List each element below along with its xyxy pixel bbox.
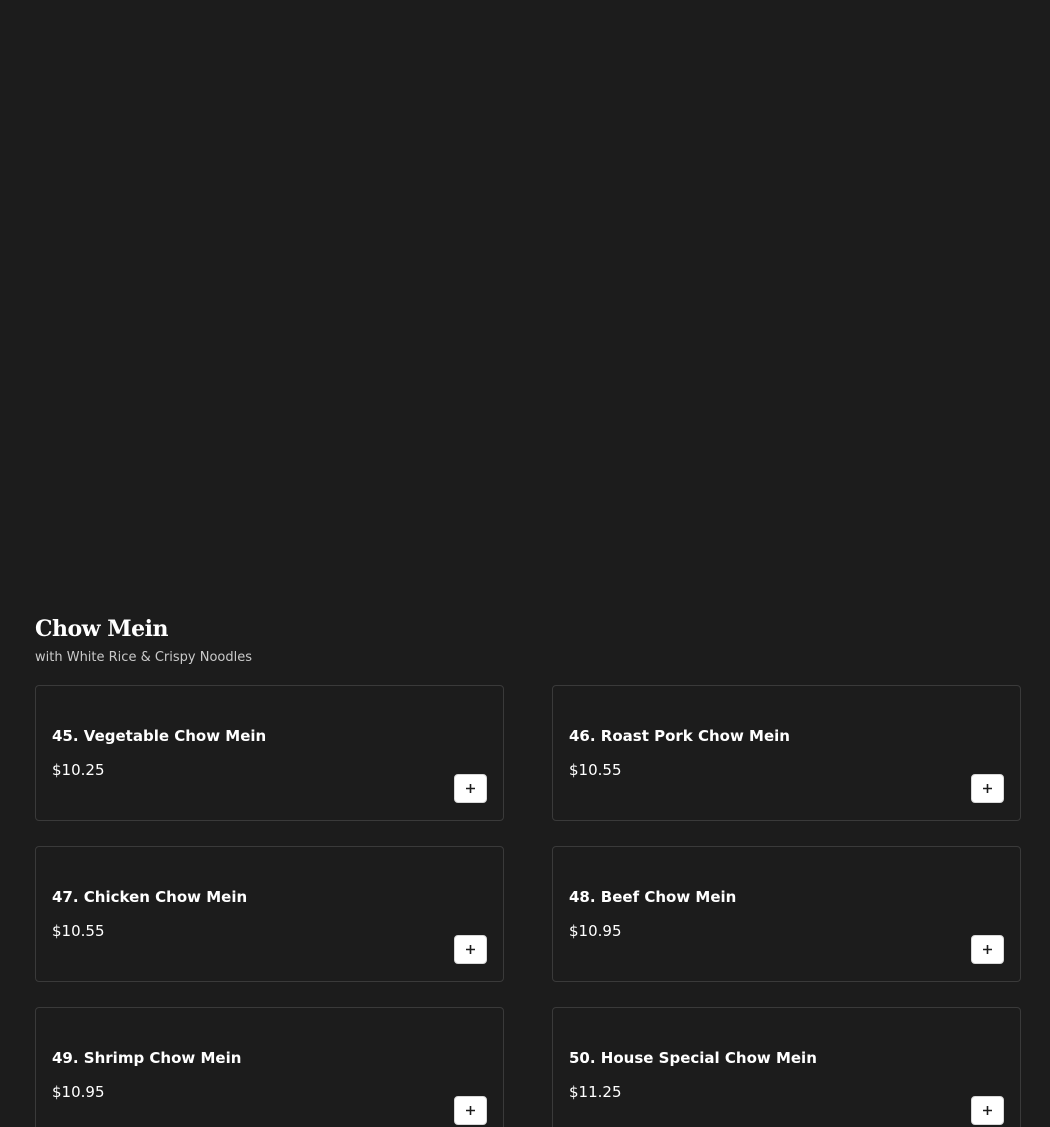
item-name: 47. Chicken Chow Mein [52, 888, 248, 906]
add-item-button[interactable] [454, 1096, 487, 1125]
menu-item-card[interactable]: 50. House Special Chow Mein $11.25 [552, 1007, 1021, 1127]
section-subtitle: with White Rice & Crispy Noodles [35, 650, 252, 665]
add-item-button[interactable] [971, 1096, 1004, 1125]
item-name: 49. Shrimp Chow Mein [52, 1049, 242, 1067]
add-item-button[interactable] [971, 935, 1004, 964]
section-title: Chow Mein [35, 616, 168, 642]
add-item-button[interactable] [971, 774, 1004, 803]
item-price: $10.95 [569, 922, 622, 940]
menu-page: Chow Mein with White Rice & Crispy Noodl… [0, 0, 1050, 1127]
menu-item-card[interactable]: 49. Shrimp Chow Mein $10.95 [35, 1007, 504, 1127]
plus-icon [983, 945, 992, 954]
add-item-button[interactable] [454, 935, 487, 964]
add-item-button[interactable] [454, 774, 487, 803]
item-name: 48. Beef Chow Mein [569, 888, 737, 906]
section-header: Chow Mein with White Rice & Crispy Noodl… [35, 612, 252, 668]
item-price: $10.95 [52, 1083, 105, 1101]
plus-icon [983, 784, 992, 793]
menu-item-card[interactable]: 45. Vegetable Chow Mein $10.25 [35, 685, 504, 821]
plus-icon [983, 1106, 992, 1115]
menu-item-card[interactable]: 47. Chicken Chow Mein $10.55 [35, 846, 504, 982]
menu-items-grid: 45. Vegetable Chow Mein $10.25 46. Roast… [35, 685, 1021, 1127]
item-name: 50. House Special Chow Mein [569, 1049, 817, 1067]
plus-icon [466, 784, 475, 793]
item-name: 45. Vegetable Chow Mein [52, 727, 267, 745]
item-price: $10.55 [569, 761, 622, 779]
plus-icon [466, 945, 475, 954]
menu-item-card[interactable]: 46. Roast Pork Chow Mein $10.55 [552, 685, 1021, 821]
item-price: $10.25 [52, 761, 105, 779]
item-price: $11.25 [569, 1083, 622, 1101]
plus-icon [466, 1106, 475, 1115]
item-name: 46. Roast Pork Chow Mein [569, 727, 790, 745]
menu-item-card[interactable]: 48. Beef Chow Mein $10.95 [552, 846, 1021, 982]
item-price: $10.55 [52, 922, 105, 940]
